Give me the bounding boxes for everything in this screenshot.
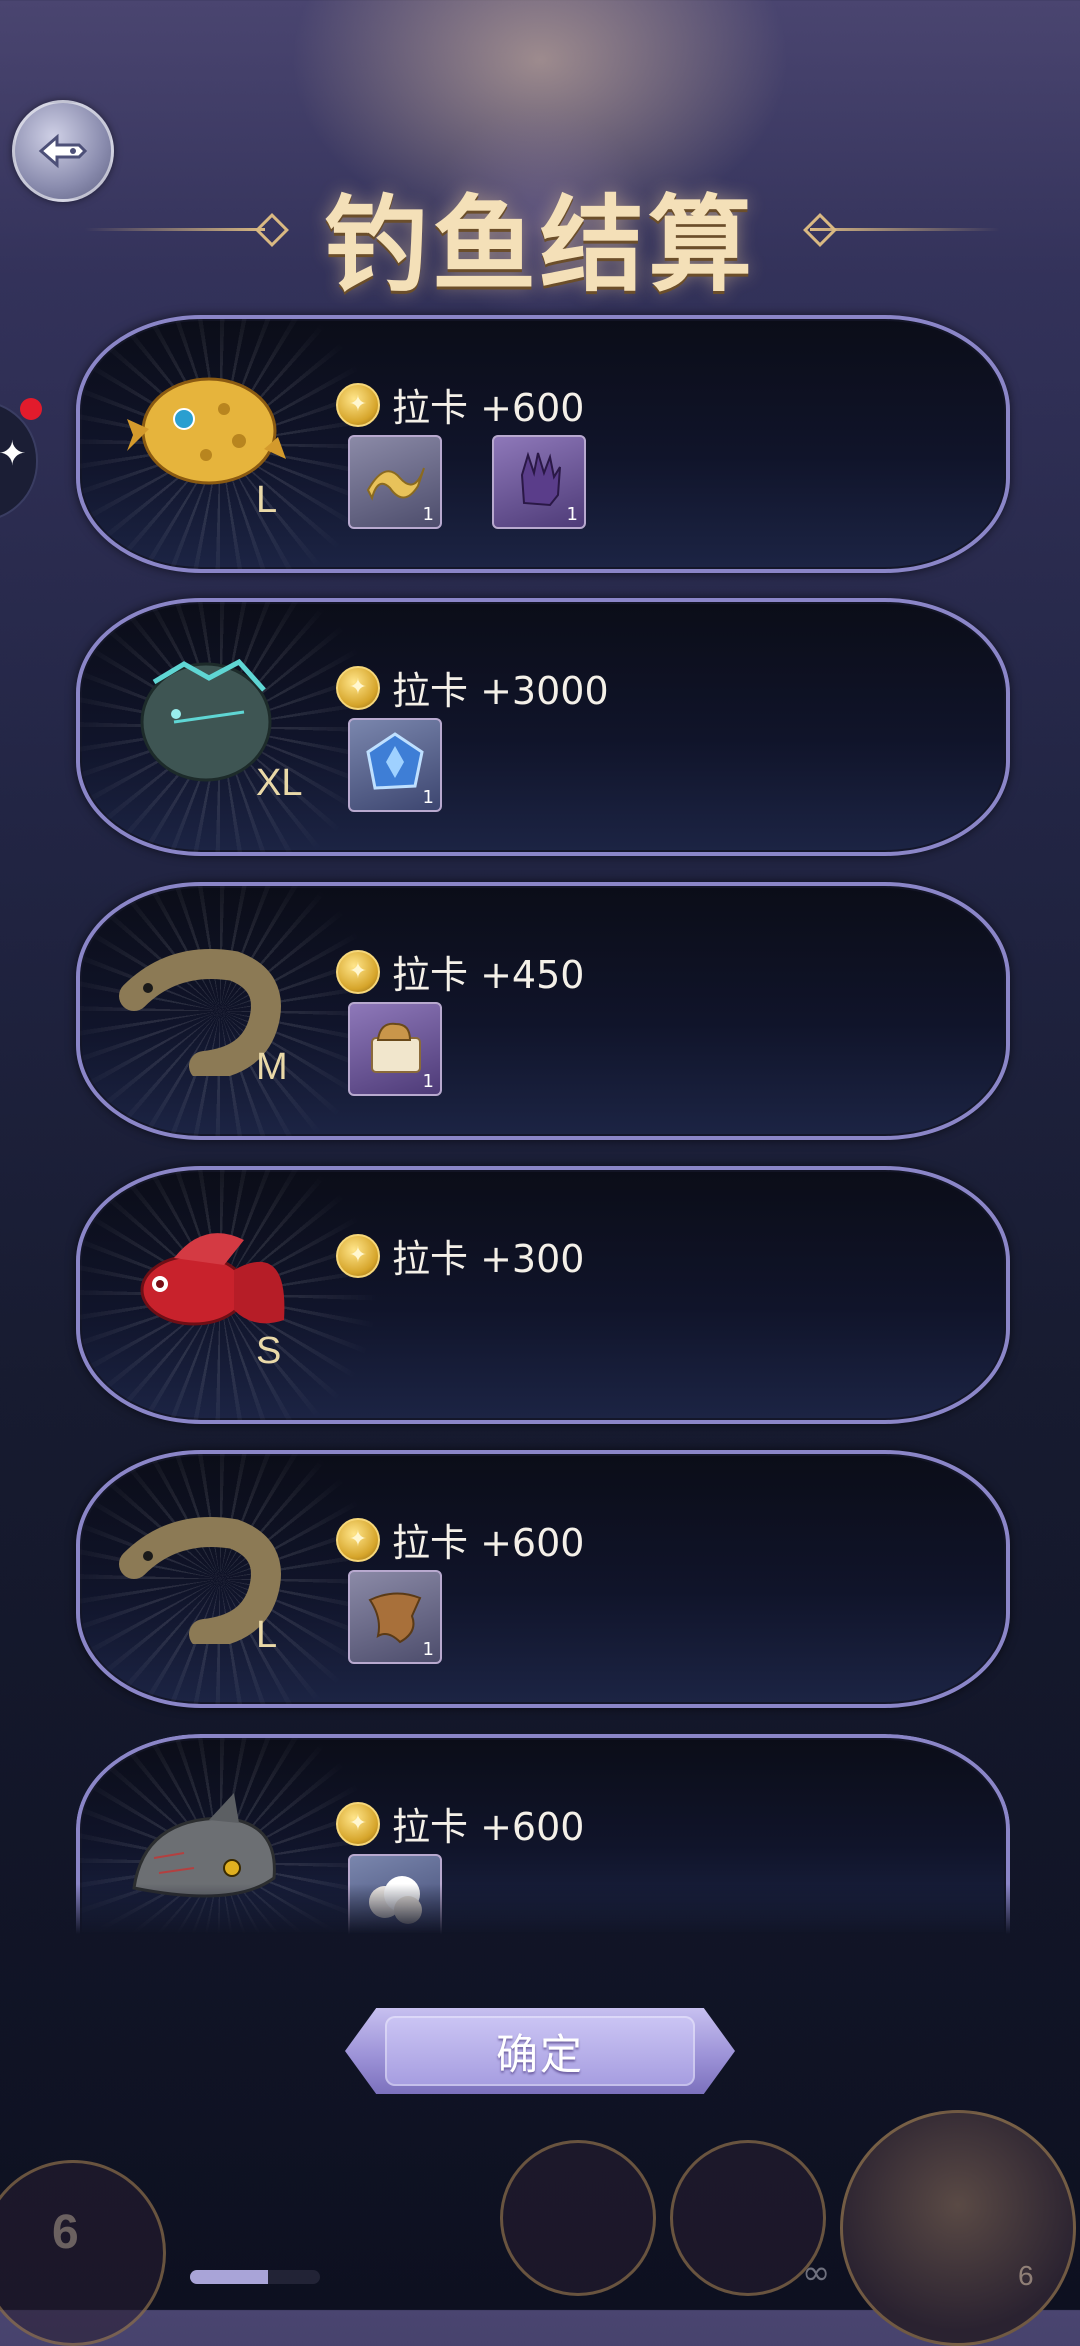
golden-ribbon-icon <box>360 450 430 514</box>
coin-reward: ✦ 拉卡 +300 <box>336 1228 584 1283</box>
bottom-hud: 6 ∞ 6 <box>0 2110 1080 2346</box>
notification-dot <box>20 398 42 420</box>
coin-icon: ✦ <box>336 949 380 994</box>
blue-crystal-icon <box>360 728 430 802</box>
reward-item-slot[interactable]: 1 <box>348 435 442 529</box>
bread-book-icon <box>360 1012 430 1086</box>
coin-icon: ✦ <box>336 1233 380 1278</box>
item-count: 1 <box>422 1071 434 1092</box>
catch-card: ✦ 拉卡 +600 <box>76 1734 1010 1934</box>
reward-items: 1 <box>348 1570 492 1664</box>
coin-reward: ✦ 拉卡 +3000 <box>336 660 609 715</box>
reward-items: 1 <box>348 718 492 812</box>
reward-items: 1 <box>348 1002 492 1096</box>
fish-size-label: L <box>256 479 278 521</box>
fish-size-label: S <box>256 1330 282 1372</box>
fish-size-label: M <box>256 1046 288 1088</box>
coin-reward: ✦ 拉卡 +600 <box>336 1796 584 1851</box>
reward-item-slot[interactable]: 1 <box>348 718 442 812</box>
coin-reward-text: 拉卡 +600 <box>392 1521 585 1565</box>
catch-card: L ✦ 拉卡 +600 1 <box>76 1450 1010 1708</box>
title-wrap: 钓鱼结算 <box>0 150 1080 320</box>
leather-scrap-icon <box>360 1580 430 1654</box>
catch-card: M ✦ 拉卡 +450 1 <box>76 882 1010 1140</box>
bait-count: ∞ <box>802 2253 831 2293</box>
item-count: 1 <box>422 1639 434 1660</box>
item-count: 1 <box>422 787 434 808</box>
coin-icon: ✦ <box>336 1801 380 1846</box>
fish-size-label: L <box>256 1614 278 1656</box>
page-title: 钓鱼结算 <box>323 182 756 306</box>
exp-progress-fill <box>190 2270 268 2284</box>
catch-card: S ✦ 拉卡 +300 <box>76 1166 1010 1424</box>
coin-icon: ✦ <box>336 382 380 427</box>
coin-reward-text: 拉卡 +3000 <box>392 669 609 713</box>
player-level-badge[interactable] <box>0 2160 166 2346</box>
exp-progress-bar <box>190 2270 320 2284</box>
coin-reward: ✦ 拉卡 +450 <box>336 944 584 999</box>
white-cotton-icon <box>360 1864 430 1934</box>
sparkle-icon: ✦ <box>0 434 27 474</box>
reward-item-slot[interactable]: 1 <box>492 435 586 529</box>
reward-items: 11 <box>348 435 636 529</box>
heart-count: 6 <box>1018 2260 1034 2291</box>
coin-reward-text: 拉卡 +450 <box>392 953 585 997</box>
player-level: 6 <box>52 2206 79 2259</box>
fish-size-label: XL <box>256 762 303 804</box>
fish-image <box>114 1778 294 1928</box>
coin-reward-text: 拉卡 +600 <box>392 386 585 430</box>
coin-reward: ✦ 拉卡 +600 <box>336 377 584 432</box>
item-count: 1 <box>422 504 434 525</box>
reward-item-slot[interactable]: 1 <box>348 1002 442 1096</box>
reward-items <box>348 1854 492 1934</box>
coin-icon: ✦ <box>336 1517 380 1562</box>
item-count: 1 <box>566 504 578 525</box>
reward-item-slot[interactable] <box>348 1854 442 1934</box>
confirm-button[interactable]: 确定 <box>345 2008 735 2094</box>
catch-card: L ✦ 拉卡 +600 1 1 <box>76 315 1010 573</box>
coin-reward-text: 拉卡 +600 <box>392 1805 585 1849</box>
coin-reward: ✦ 拉卡 +600 <box>336 1512 584 1567</box>
coin-icon: ✦ <box>336 665 380 710</box>
fishing-rod-button[interactable] <box>500 2140 656 2296</box>
reward-item-slot[interactable]: 1 <box>348 1570 442 1664</box>
purple-glove-icon <box>504 445 574 519</box>
confirm-button-label: 确定 <box>495 2029 584 2079</box>
coin-reward-text: 拉卡 +300 <box>392 1237 585 1281</box>
character-avatar[interactable] <box>840 2110 1076 2346</box>
side-menu-tab[interactable]: ✦ <box>0 398 42 522</box>
catch-card: XL ✦ 拉卡 +3000 1 <box>76 598 1010 856</box>
